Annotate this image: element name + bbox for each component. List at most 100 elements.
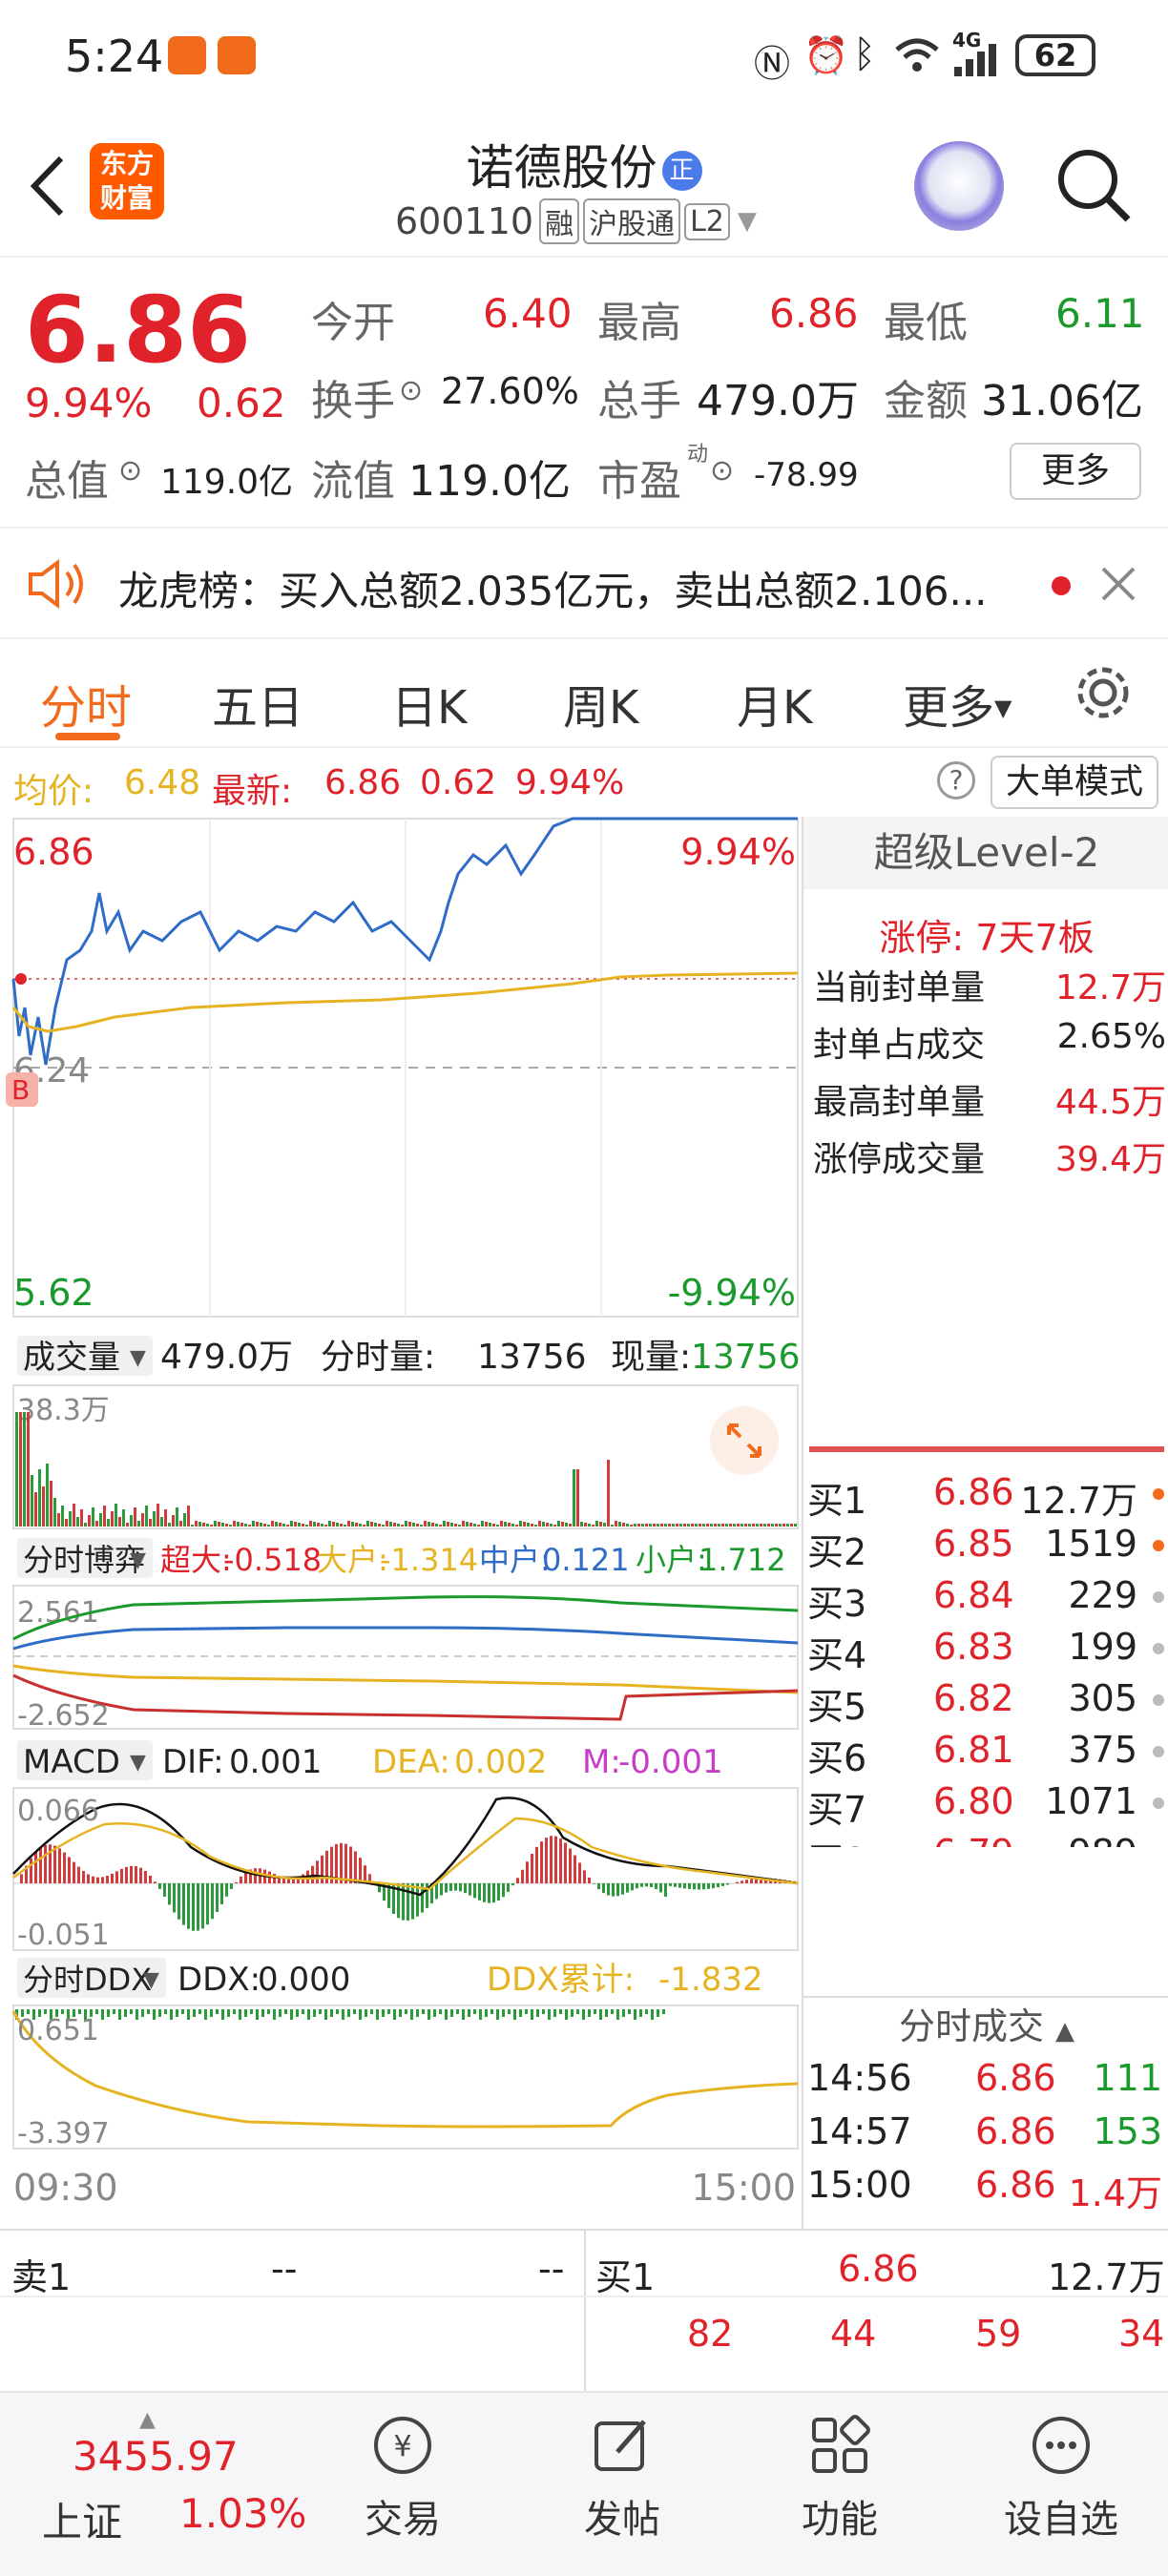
volume-bar: [519, 1521, 522, 1527]
chart-info-bar: 均价: 6.48 最新: 6.86 0.62 9.94% ? 大单模式: [0, 750, 1168, 817]
macd-bar: [168, 1883, 171, 1905]
chart-area[interactable]: 6.86 9.94% 5.62 -9.94% 6.24 B 成交量 ▼ 479.…: [0, 817, 802, 2229]
trade-price: 6.86: [975, 2057, 1056, 2099]
macd-bar: [559, 1839, 562, 1883]
more-button[interactable]: 更多: [1010, 443, 1141, 500]
volume-bar: [786, 1524, 789, 1527]
bid-row[interactable]: 买5 6.82 305: [807, 1677, 1166, 1728]
volume-bar: [263, 1524, 266, 1527]
volume-bar: [374, 1523, 377, 1527]
nav-add-watchlist[interactable]: 设自选: [985, 2412, 1137, 2544]
volume-bar: [683, 1524, 686, 1527]
volume-bar: [50, 1481, 52, 1527]
volume-bar: [31, 1475, 33, 1527]
ddx-bar: [181, 2009, 184, 2014]
bid-row[interactable]: 买2 6.85 1519: [807, 1523, 1166, 1573]
expand-icon[interactable]: [710, 1406, 779, 1475]
ddx-bar: [221, 2009, 224, 2020]
volume-bar: [469, 1523, 472, 1527]
macd-bar: [569, 1848, 572, 1883]
low-value: 6.11: [1055, 290, 1145, 337]
tab-week-k[interactable]: 周K: [563, 670, 638, 737]
tab-month-k[interactable]: 月K: [737, 670, 812, 737]
macd-bar: [254, 1868, 257, 1883]
change-amount: 0.62: [197, 380, 286, 426]
volume-bar: [714, 1524, 717, 1527]
macd-bar: [53, 1845, 56, 1883]
tab-fenshi[interactable]: 分时: [40, 670, 132, 737]
fenshi-vol-value: 13756: [477, 1338, 587, 1377]
bid-row[interactable]: 买8 6.79 989: [807, 1832, 1166, 1847]
bid-row[interactable]: 买6 6.81 375: [807, 1729, 1166, 1779]
volume-bar: [782, 1524, 785, 1527]
nav-trade[interactable]: ¥ 交易: [326, 2412, 479, 2544]
macd-bar: [440, 1883, 443, 1896]
tab-five-day[interactable]: 五日: [212, 670, 303, 737]
nav-functions[interactable]: 功能: [763, 2412, 916, 2544]
volume-bar: [485, 1522, 488, 1527]
trade-icon: ¥: [374, 2417, 431, 2474]
ddx-bar: [553, 2009, 556, 2017]
nav-post[interactable]: 发帖: [546, 2412, 699, 2544]
quote-panel: 6.86 9.94% 0.62 总值 ⊙ 119.0亿 今开 6.40 最高 6…: [0, 260, 1168, 527]
bid-row[interactable]: 买7 6.80 1071: [807, 1780, 1166, 1831]
macd-bar: [464, 1883, 467, 1894]
ddx-bar: [382, 2009, 385, 2017]
macd-bar: [201, 1883, 204, 1929]
ddx-bar: [210, 2009, 213, 2017]
macd-bar: [702, 1883, 705, 1890]
bottom-price-label: 5.62: [13, 1272, 94, 1314]
top-pct-label: 9.94%: [680, 831, 796, 873]
level2-title[interactable]: 超级Level-2: [803, 817, 1168, 889]
volume-bar: [740, 1524, 743, 1527]
ddx-bar: [158, 2009, 161, 2017]
ddx-bar: [336, 2009, 339, 2014]
tab-more[interactable]: 更多▼: [903, 670, 1012, 737]
volume-bar: [779, 1524, 782, 1527]
volume-bar: [19, 1412, 22, 1527]
volume-bar: [340, 1524, 343, 1527]
now-vol-value: 13756: [691, 1338, 801, 1377]
macd-bar: [626, 1883, 629, 1893]
ddx-bar: [559, 2009, 562, 2014]
volume-bar: [630, 1525, 633, 1527]
macd-bar: [650, 1883, 653, 1888]
svg-text:¥: ¥: [393, 2430, 411, 2463]
ddx-bar: [462, 2009, 465, 2020]
volume-bar: [679, 1524, 682, 1527]
volume-bar: [88, 1515, 91, 1527]
bid-row[interactable]: 买4 6.83 199: [807, 1626, 1166, 1676]
mktcap-value: 119.0亿: [160, 463, 294, 502]
volume-bar: [15, 1412, 18, 1527]
volume-bar: [386, 1521, 388, 1527]
volume-bar: [279, 1523, 282, 1527]
big-order-mode-button[interactable]: 大单模式: [991, 756, 1158, 809]
settings-gear-icon[interactable]: [1073, 662, 1134, 723]
volume-bar: [481, 1521, 484, 1527]
info-icon[interactable]: ⊙: [399, 374, 423, 407]
bid-row[interactable]: 买1 6.86 12.7万: [807, 1471, 1166, 1522]
search-icon[interactable]: [1053, 145, 1134, 225]
order-book-divider: [809, 1446, 1164, 1452]
macd-bar: [497, 1883, 500, 1901]
info-icon[interactable]: ⊙: [710, 454, 734, 488]
bid-list[interactable]: 买1 6.86 12.7万 买2 6.85 1519 买3 6.84 229 买4 6.83 199 买…: [803, 1462, 1168, 1847]
index-ticker[interactable]: ▲ 3455.97 上证 1.03%: [29, 2408, 306, 2551]
volume-bar: [363, 1525, 365, 1527]
macd-bar: [712, 1883, 715, 1889]
trades-title[interactable]: 分时成交 ▲: [803, 1996, 1168, 2053]
notice-bar[interactable]: 龙虎榜：买入总额2.035亿元，卖出总额2.106...: [0, 527, 1168, 639]
app-notification-icon: [218, 36, 256, 74]
ddx-bar: [101, 2009, 104, 2020]
assistant-robot-icon[interactable]: [914, 141, 1004, 231]
status-time: 5:24: [65, 31, 164, 82]
tab-day-k[interactable]: 日K: [391, 670, 467, 737]
help-icon[interactable]: ?: [937, 761, 975, 800]
volume-bar: [611, 1525, 614, 1527]
chevron-down-icon[interactable]: ▼: [738, 207, 757, 236]
ddx-bar: [107, 2009, 110, 2017]
bid-row[interactable]: 买3 6.84 229: [807, 1574, 1166, 1625]
close-icon[interactable]: [1099, 565, 1137, 603]
info-icon[interactable]: ⊙: [118, 454, 142, 488]
volume-bar: [744, 1524, 747, 1527]
